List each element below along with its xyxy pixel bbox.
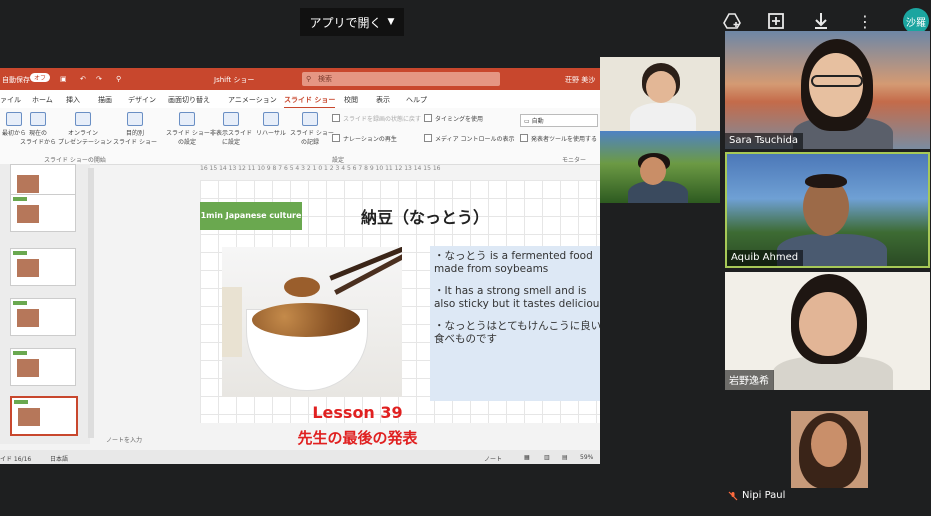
thumbnail-scrollbar[interactable] xyxy=(88,168,94,438)
culture-badge: 1min Japanese culture xyxy=(200,202,302,230)
monitor-select[interactable]: ▭ 自動 xyxy=(520,114,598,127)
tab-view[interactable]: 表示 xyxy=(376,95,390,105)
glasses xyxy=(811,75,863,87)
video-tile-nipi[interactable] xyxy=(791,411,868,488)
participant-name: 岩野逸希 xyxy=(725,370,774,390)
zoom-level[interactable]: 59% xyxy=(580,454,593,461)
undo-icon[interactable]: ↶ xyxy=(80,75,86,83)
lesson-subtitle: 先生の最後の発表 xyxy=(297,429,418,447)
mic-off-icon xyxy=(728,491,738,501)
participant-name: Nipi Paul xyxy=(742,490,786,501)
sorter-view-icon[interactable]: ▥ xyxy=(544,454,550,461)
ruler-horizontal: 16 15 14 13 12 11 10 9 8 7 6 5 4 3 2 1 0… xyxy=(200,165,441,172)
autosave-toggle[interactable]: オフ xyxy=(30,73,51,82)
participant-name: Aquib Ahmed xyxy=(727,250,804,266)
ruler-vertical xyxy=(102,180,110,440)
video-tile-small-top[interactable] xyxy=(600,57,720,131)
from-current-button[interactable]: 現在の スライドから xyxy=(20,112,56,146)
bullet-3: ・なっとうはとてもけんこうに良い食べものです xyxy=(434,320,600,345)
participant-name: Sara Tsuchida xyxy=(725,133,803,149)
tab-insert[interactable]: 挿入 xyxy=(66,95,80,105)
new-window-icon[interactable] xyxy=(765,10,787,32)
group-setup-label: 設定 xyxy=(332,157,345,164)
narration-checkbox[interactable]: ナレーションの再生 xyxy=(332,134,397,143)
user-name: 荘野 美沙 xyxy=(565,76,596,84)
tab-transitions[interactable]: 画面切り替え xyxy=(168,95,210,105)
tab-file[interactable]: ァイル xyxy=(0,95,21,105)
setup-show-button[interactable]: スライド ショー の設定 xyxy=(166,112,210,146)
slide-thumbnail[interactable] xyxy=(10,248,76,286)
video-tile-sara[interactable]: Sara Tsuchida xyxy=(725,31,930,149)
open-with-label: アプリで開く xyxy=(309,15,382,30)
ppt-statusbar: イド 16/16 日本語 ノート ▦ ▥ ▤ 59% xyxy=(0,450,600,464)
ppt-search-input[interactable]: ⚲ 検索 xyxy=(302,72,500,86)
more-vert-icon[interactable]: ⋮ xyxy=(854,10,876,32)
online-present-button[interactable]: オンライン プレゼンテーション xyxy=(58,112,112,146)
caret-down-icon: ▼ xyxy=(387,17,395,27)
video-tile-iwano[interactable]: 岩野逸希 xyxy=(725,272,930,390)
slide-title: 納豆（なっとう） xyxy=(360,208,489,227)
search-icon: ⚲ xyxy=(306,75,312,83)
autosave-label: 自動保存 xyxy=(2,76,30,84)
custom-show-button[interactable]: 目的別 スライド ショー xyxy=(110,112,160,146)
video-tile-small-bottom[interactable] xyxy=(600,131,720,203)
download-icon[interactable] xyxy=(810,10,832,32)
tab-draw[interactable]: 描画 xyxy=(98,95,112,105)
ppt-titlebar: 自動保存 オフ ▣ ↶ ↷ ⚲ Jshift ショー ⚲ 検索 荘野 美沙 xyxy=(0,68,600,90)
monitor-value: 自動 xyxy=(531,118,544,125)
monitor-icon: ▭ xyxy=(524,118,532,125)
file-name: Jshift ショー xyxy=(214,76,255,84)
slide-thumbnail[interactable] xyxy=(10,348,76,386)
tab-help[interactable]: ヘルプ xyxy=(406,95,427,105)
slide-thumbnail-pane xyxy=(0,164,90,444)
quick-access-icon[interactable]: ⚲ xyxy=(116,75,121,83)
lesson-number: Lesson 39 xyxy=(312,403,403,422)
tab-home[interactable]: ホーム xyxy=(32,95,53,105)
save-icon[interactable]: ▣ xyxy=(60,75,67,83)
video-tile-aquib[interactable]: Aquib Ahmed xyxy=(725,152,930,268)
ppt-ribbon-tabs: ァイル ホーム 挿入 描画 デザイン 画面切り替え アニメーション スライド シ… xyxy=(0,90,600,109)
slide-thumbnail-selected[interactable] xyxy=(10,396,78,436)
rehearse-button[interactable]: リハーサル xyxy=(254,112,288,137)
group-start-label: スライド ショーの開始 xyxy=(44,157,106,164)
presenter-view-checkbox[interactable]: 発表者ツールを使用する xyxy=(520,134,597,143)
slide-thumbnail[interactable] xyxy=(10,298,76,336)
search-placeholder: 検索 xyxy=(318,75,332,83)
recording-note-checkbox[interactable]: スライドを録画の状態に戻す xyxy=(332,114,421,123)
language-status: 日本語 xyxy=(50,456,69,463)
open-with-app-button[interactable]: アプリで開く ▼ xyxy=(300,8,404,36)
tab-slideshow[interactable]: スライド ショー xyxy=(284,95,336,109)
bullet-2: ・It has a strong smell and is also stick… xyxy=(434,285,600,310)
timing-checkbox[interactable]: タイミングを使用 xyxy=(424,114,483,123)
bullet-1: ・なっとう is a fermented food made from soyb… xyxy=(434,250,593,275)
ppt-ribbon: 最初から 現在の スライドから オンライン プレゼンテーション 目的別 スライド… xyxy=(0,108,600,165)
slide-thumbnail[interactable] xyxy=(10,194,76,232)
tab-review[interactable]: 校閲 xyxy=(344,95,358,105)
slide-counter: イド 16/16 xyxy=(0,456,32,463)
media-controls-checkbox[interactable]: メディア コントロールの表示 xyxy=(424,134,515,143)
reading-view-icon[interactable]: ▤ xyxy=(562,454,568,461)
hide-slide-button[interactable]: 非表示スライド に設定 xyxy=(208,112,254,146)
tab-animations[interactable]: アニメーション xyxy=(228,95,277,105)
slide-canvas[interactable]: 1min Japanese culture 納豆（なっとう） ・なっとう is … xyxy=(200,180,600,423)
group-monitor-label: モニター xyxy=(562,157,587,164)
redo-icon[interactable]: ↷ xyxy=(96,75,102,83)
notes-toggle[interactable]: ノート xyxy=(484,454,502,463)
add-to-drive-icon[interactable] xyxy=(721,10,743,32)
record-show-button[interactable]: スライド ショー の記録 xyxy=(290,112,334,146)
slide-text-box: ・なっとう is a fermented food made from soyb… xyxy=(430,246,600,401)
natto-photo xyxy=(222,247,402,397)
tab-design[interactable]: デザイン xyxy=(128,95,156,105)
normal-view-icon[interactable]: ▦ xyxy=(524,454,530,461)
